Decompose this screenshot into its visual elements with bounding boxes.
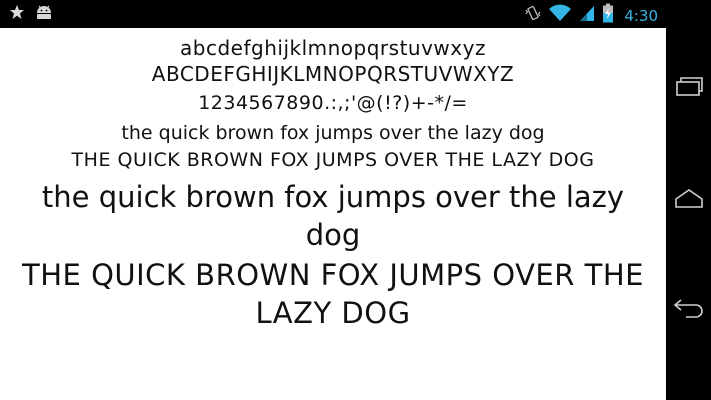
uppercase-alphabet-sample: ABCDEFGHIJKLMNOPQRSTUVWXYZ	[151, 62, 515, 86]
home-button[interactable]	[666, 170, 711, 230]
device-screen: 4:30 abcdefghijklmnopqrstuvwxyz ABCDEFGH…	[0, 0, 711, 400]
back-button[interactable]	[666, 280, 711, 340]
recent-apps-icon	[674, 75, 704, 102]
navigation-bar	[666, 0, 711, 400]
wifi-icon	[548, 4, 572, 27]
back-icon	[672, 296, 706, 325]
home-icon	[673, 187, 705, 214]
large-lowercase-sentence-sample: the quick brown fox jumps over the lazy …	[41, 180, 625, 252]
recent-apps-button[interactable]	[666, 58, 711, 118]
lowercase-alphabet-sample: abcdefghijklmnopqrstuvwxyz	[180, 36, 486, 60]
font-preview-area: abcdefghijklmnopqrstuvwxyz ABCDEFGHIJKLM…	[0, 28, 666, 400]
status-bar: 4:30	[0, 0, 666, 28]
small-lowercase-sentence-sample: the quick brown fox jumps over the lazy …	[121, 122, 545, 144]
system-status-area: 4:30	[524, 3, 658, 28]
vibrate-icon	[524, 4, 542, 27]
large-uppercase-sentence-sample: THE QUICK BROWN FOX JUMPS OVER THE LAZY …	[22, 258, 644, 330]
small-uppercase-sentence-sample: THE QUICK BROWN FOX JUMPS OVER THE LAZY …	[71, 149, 595, 171]
battery-charging-icon	[602, 3, 614, 28]
status-clock: 4:30	[624, 6, 658, 25]
star-icon	[9, 4, 25, 25]
notification-area	[9, 4, 54, 25]
android-icon	[34, 4, 54, 25]
signal-icon	[578, 4, 596, 27]
numbers-symbols-sample: 1234567890.:,;'@(!?)+-*/=	[198, 92, 468, 114]
